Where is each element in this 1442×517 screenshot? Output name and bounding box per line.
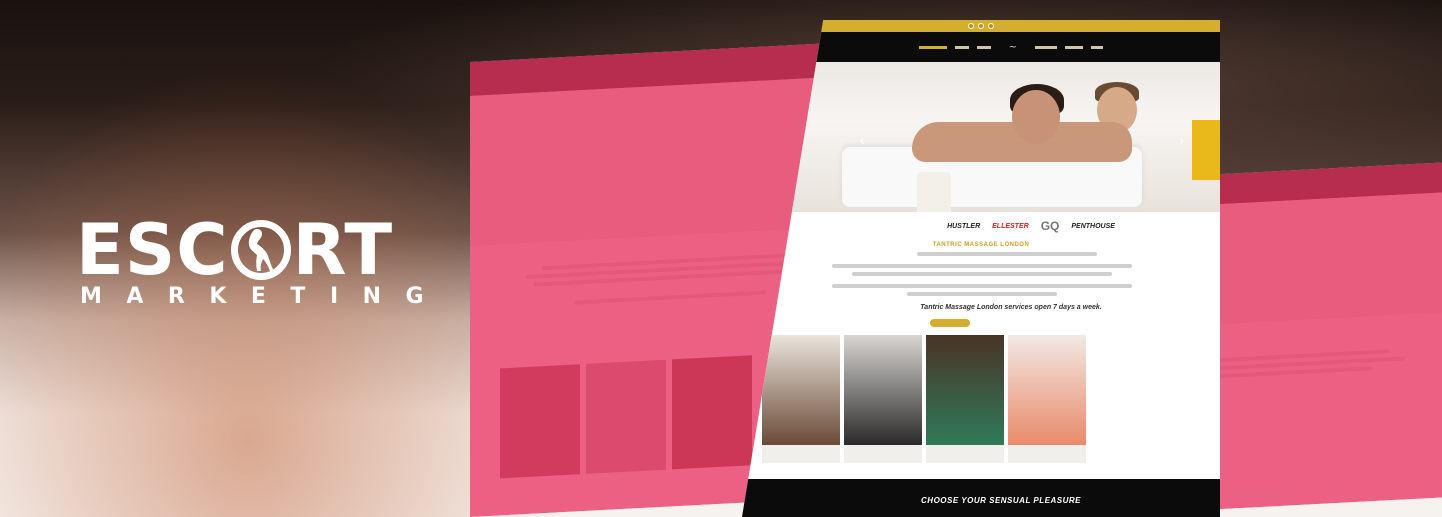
brand-logo: ELLESTER bbox=[992, 222, 1029, 230]
social-icon[interactable] bbox=[978, 23, 984, 29]
social-icon[interactable] bbox=[968, 23, 974, 29]
hero-prev-arrow-icon[interactable]: ‹ bbox=[860, 132, 865, 148]
model-card[interactable] bbox=[844, 335, 922, 463]
social-icon[interactable] bbox=[988, 23, 994, 29]
escort-marketing-logo: ESC RT MARKETING bbox=[76, 214, 449, 309]
footer-banner: CHOOSE YOUR SENSUAL PLEASURE bbox=[742, 479, 1220, 517]
footer-subtitle bbox=[742, 485, 1220, 490]
hero-image: ‹ › bbox=[742, 62, 1220, 212]
brand-logo: HUSTLER bbox=[947, 222, 981, 230]
logo-prefix: ESC bbox=[76, 209, 229, 291]
logo-suffix: RT bbox=[292, 209, 394, 291]
side-tab[interactable] bbox=[1192, 120, 1220, 180]
section-title: TANTRIC MASSAGE LONDON bbox=[932, 242, 1030, 248]
brand-logo: PENTHOUSE bbox=[1071, 222, 1115, 230]
model-card[interactable] bbox=[1008, 335, 1086, 463]
woman-head bbox=[1012, 90, 1060, 144]
logo-subtitle: MARKETING bbox=[80, 284, 449, 309]
headline: Tantric Massage London services open 7 d… bbox=[920, 304, 1102, 311]
footer-heading: CHOOSE YOUR SENSUAL PLEASURE bbox=[921, 496, 1081, 505]
nav-item[interactable] bbox=[976, 45, 991, 49]
model-card[interactable] bbox=[762, 335, 840, 463]
candle bbox=[917, 172, 951, 212]
main-page-mockup: ~ ‹ › HUSTLER ELLESTER GQ PENTHOUSE TANT… bbox=[742, 20, 1220, 517]
model-card[interactable] bbox=[926, 335, 1004, 463]
brand-logos-strip: HUSTLER ELLESTER GQ PENTHOUSE bbox=[742, 212, 1220, 240]
silhouette-o-icon bbox=[230, 220, 291, 280]
nav-item[interactable] bbox=[1091, 45, 1104, 49]
brand-logo: GQ bbox=[1040, 219, 1060, 233]
nav-item[interactable] bbox=[1065, 45, 1084, 49]
nav-item[interactable] bbox=[1035, 45, 1058, 49]
nav-item[interactable] bbox=[954, 45, 969, 49]
nav-item[interactable] bbox=[918, 45, 947, 49]
book-button[interactable] bbox=[930, 319, 970, 327]
site-logo[interactable]: ~ bbox=[1009, 42, 1017, 53]
hero-next-arrow-icon[interactable]: › bbox=[1179, 132, 1184, 148]
model-gallery bbox=[742, 335, 1220, 463]
intro-text bbox=[742, 252, 1220, 296]
logo-wordmark: ESC RT bbox=[76, 214, 420, 286]
